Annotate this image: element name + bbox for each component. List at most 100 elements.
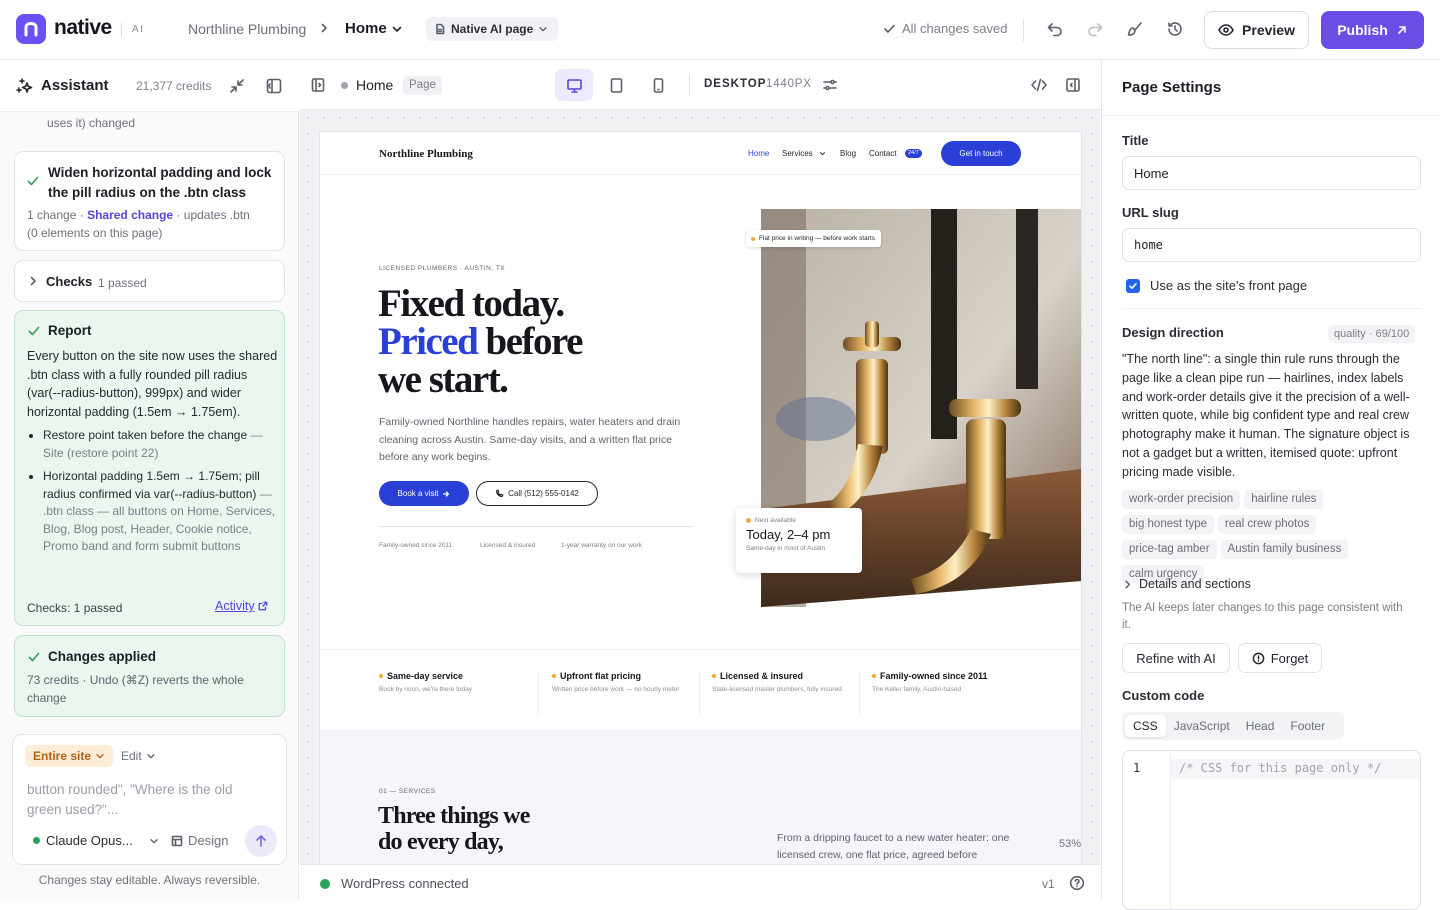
refine-with-ai-button[interactable]: Refine with AI <box>1122 643 1230 673</box>
report-title: Report <box>48 323 92 338</box>
trust-item: Licensed & insured <box>480 542 536 549</box>
headline-line-2: before <box>477 320 584 363</box>
book-visit-button[interactable]: Book a visit <box>379 481 469 506</box>
list-item: Restore point taken before the change — … <box>43 427 279 462</box>
sparkles-icon <box>15 77 33 95</box>
front-page-checkbox[interactable] <box>1126 279 1140 293</box>
preview-button[interactable]: Preview <box>1204 11 1309 49</box>
mobile-view-button[interactable] <box>639 69 677 101</box>
site-nav-blog[interactable]: Blog <box>840 149 856 158</box>
site-nav-services[interactable]: Services <box>782 149 813 158</box>
publish-button[interactable]: Publish <box>1321 11 1424 49</box>
chevron-down-icon[interactable] <box>391 23 403 35</box>
logo-icon[interactable] <box>16 14 46 44</box>
send-button[interactable] <box>245 825 277 857</box>
check-icon <box>27 650 41 664</box>
arrow-up-icon <box>254 834 268 848</box>
assistant-title: Assistant <box>41 77 109 94</box>
document-icon <box>434 23 446 35</box>
sliders-icon[interactable] <box>822 77 838 93</box>
code-icon[interactable] <box>1030 77 1048 93</box>
design-direction-text: "The north line": a single thin rule run… <box>1122 352 1410 479</box>
divider <box>689 74 690 96</box>
prompt-input[interactable]: button rounded", "Where is the old green… <box>27 780 267 820</box>
history-icon[interactable] <box>1164 18 1186 40</box>
tab-javascript[interactable]: JavaScript <box>1166 715 1238 737</box>
front-page-label[interactable]: Use as the site's front page <box>1150 278 1307 293</box>
scope-selector[interactable]: Entire site <box>25 745 114 767</box>
chevron-down-icon <box>149 836 159 846</box>
site-nav-home[interactable]: Home <box>748 149 769 158</box>
checks-row[interactable]: Checks 1 passed <box>14 260 285 302</box>
shared-change-link[interactable]: Shared change <box>87 208 173 222</box>
help-icon[interactable] <box>1069 875 1085 891</box>
code-editor[interactable]: 1 /* CSS for this page only */ <box>1122 750 1421 910</box>
feature-text: Written price before work — no hourly me… <box>552 686 680 693</box>
change-card[interactable]: Widen horizontal padding and lock the pi… <box>14 151 285 251</box>
get-in-touch-button[interactable]: Get in touch <box>941 141 1021 166</box>
tab-head[interactable]: Head <box>1238 715 1283 737</box>
feature-text: The Keller family, Austin-based <box>872 686 962 693</box>
device-label: DESKTOP <box>704 78 767 90</box>
title-label: Title <box>1122 133 1149 148</box>
page-badge: Page <box>403 76 442 95</box>
page-type-label: Native AI page <box>451 22 534 36</box>
brush-icon[interactable] <box>1124 18 1146 40</box>
tab-footer[interactable]: Footer <box>1282 715 1333 737</box>
phone-icon <box>495 489 504 498</box>
slug-input[interactable]: home <box>1122 228 1421 262</box>
breadcrumb-page[interactable]: Home <box>345 20 387 37</box>
change-meta: · updates .btn <box>176 208 250 222</box>
assistant-header: Assistant 21,377 credits <box>0 60 299 112</box>
feature-text: State-licensed master plumbers, fully in… <box>712 686 842 693</box>
forget-button[interactable]: Forget <box>1238 643 1322 673</box>
feature-text: Book by noon, we're there today <box>379 686 473 693</box>
breadcrumb-site[interactable]: Northline Plumbing <box>188 21 306 37</box>
forget-label: Forget <box>1270 650 1309 666</box>
services-line-2: do every day, <box>378 829 504 855</box>
credits-count: 21,377 credits <box>136 79 212 93</box>
changes-applied-card: Changes applied 73 credits · Undo (⌘Z) r… <box>14 635 285 717</box>
redo-icon[interactable] <box>1084 18 1106 40</box>
photo-chip-text: Flat price in writing — before work star… <box>759 235 875 242</box>
version-label[interactable]: v1 <box>1042 877 1055 891</box>
feature-title: Same-day service <box>387 671 464 681</box>
canvas-page-name[interactable]: Home <box>356 77 393 93</box>
availability-card[interactable]: Next available Today, 2–4 pm Same-day in… <box>736 508 862 573</box>
details-sections-toggle[interactable]: Details and sections <box>1122 577 1251 591</box>
prompt-composer[interactable]: Entire site Edit button rounded", "Where… <box>12 734 287 865</box>
bullet-text: Restore point taken before the change <box>43 428 248 442</box>
save-status-text: All changes saved <box>902 21 1008 36</box>
feature-item: Licensed & insured State-licensed master… <box>712 671 852 695</box>
model-selector[interactable]: Claude Opus... <box>33 833 159 848</box>
scope-label: Entire site <box>33 749 92 763</box>
features-row: Same-day service Book by noon, we're the… <box>379 671 1029 721</box>
bullet-text: Horizontal padding 1.5em → 1.75em; pill … <box>43 469 260 501</box>
feature-title: Licensed & insured <box>720 671 804 681</box>
report-card: Report Every button on the site now uses… <box>14 310 285 626</box>
call-button[interactable]: Call (512) 555-0142 <box>476 481 598 506</box>
site-preview[interactable]: Northline Plumbing Home Services Blog Co… <box>320 132 1081 864</box>
design-toggle[interactable]: Design <box>171 833 228 848</box>
trust-item: 1-year warranty on our work <box>561 542 642 549</box>
mode-selector[interactable]: Edit <box>121 749 156 763</box>
title-input[interactable]: Home <box>1122 156 1421 190</box>
activity-link[interactable]: Activity <box>215 599 268 613</box>
panel-right-icon[interactable] <box>1065 77 1081 93</box>
services-headline: Three things we do every day, <box>378 803 530 855</box>
panel-left-icon[interactable] <box>310 77 326 93</box>
undo-icon[interactable] <box>1044 18 1066 40</box>
site-nav-contact[interactable]: Contact <box>869 149 897 158</box>
zoom-level[interactable]: 53% <box>1059 838 1081 850</box>
divider <box>320 649 1081 650</box>
sidebar-toggle-icon[interactable] <box>265 77 283 95</box>
quality-badge: quality · 69/100 <box>1328 325 1416 343</box>
tab-css[interactable]: CSS <box>1125 715 1166 737</box>
assistant-footer: Changes stay editable. Always reversible… <box>38 873 261 887</box>
collapse-icon[interactable] <box>228 77 246 95</box>
page-type-selector[interactable]: Native AI page <box>426 17 559 41</box>
tablet-view-button[interactable] <box>597 69 635 101</box>
site-brand[interactable]: Northline Plumbing <box>379 148 473 160</box>
feature-item: Upfront flat pricing Written price befor… <box>552 671 692 695</box>
desktop-view-button[interactable] <box>555 69 593 101</box>
